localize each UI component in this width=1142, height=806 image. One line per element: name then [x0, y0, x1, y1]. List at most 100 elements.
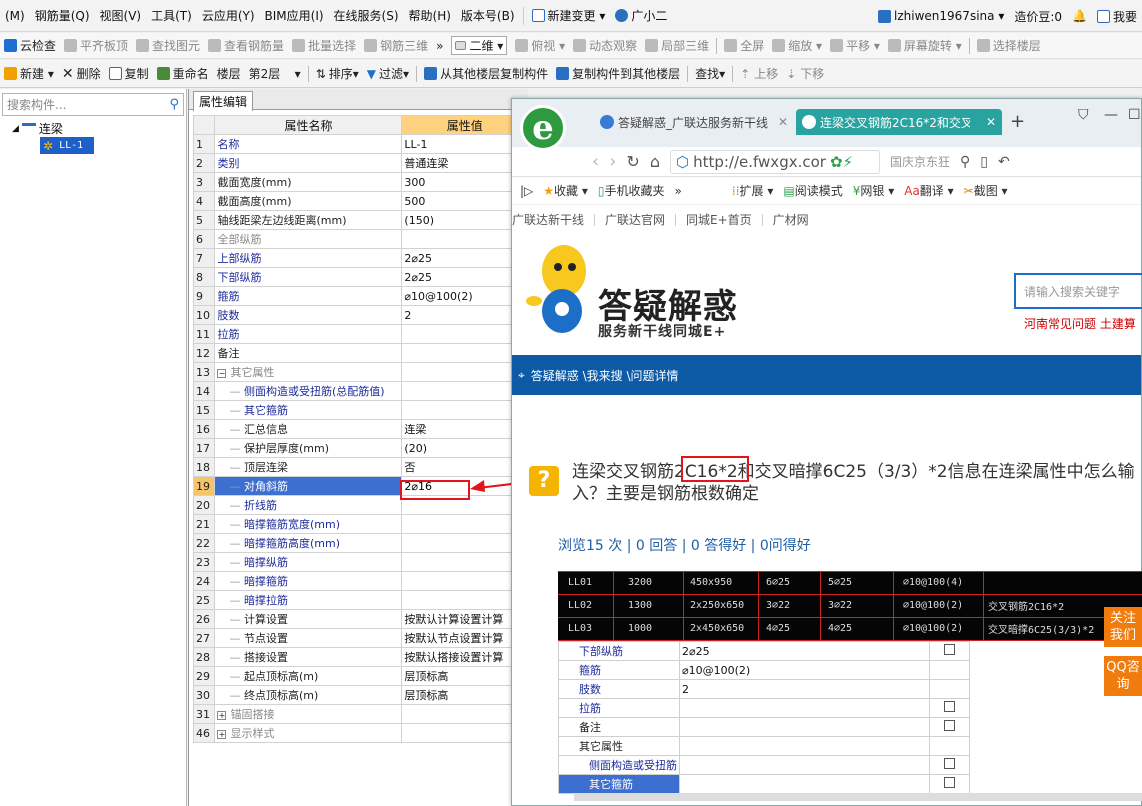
batch-select-button[interactable]: 批量选择 [288, 34, 360, 58]
delete-button[interactable]: ✕ 删除 [58, 62, 105, 86]
property-row[interactable]: 2 类别 普通连梁 [192, 153, 528, 173]
property-row[interactable]: 11 拉筋 [192, 324, 528, 344]
filter-button[interactable]: ▼ 过滤 ▾ [363, 62, 413, 86]
property-value[interactable] [401, 590, 528, 610]
cloud-check-button[interactable]: 云检查 [0, 34, 60, 58]
property-value[interactable] [401, 704, 528, 724]
copy-from-floor-button[interactable]: 从其他楼层复制构件 [420, 62, 552, 86]
browser-tab-1[interactable]: 答疑解惑_广联达服务新干线 ✕ [594, 109, 794, 135]
collapse-icon[interactable]: − [217, 369, 227, 378]
back-icon[interactable]: ‹ [592, 151, 599, 172]
find-element-button[interactable]: 查找图元 [132, 34, 204, 58]
site-nav-link-4[interactable]: 广材网 [763, 214, 819, 226]
search-icon[interactable]: ⚲ [169, 97, 179, 112]
property-value[interactable] [401, 343, 528, 363]
zoom-button[interactable]: 缩放 ▾ [768, 34, 826, 58]
mobile-icon[interactable]: ▯ [980, 154, 988, 170]
property-value[interactable]: 按默认节点设置计算 [401, 628, 528, 648]
translate-button[interactable]: Aa翻译 ▾ [904, 182, 953, 199]
menu-item-m[interactable]: (M) [0, 0, 30, 31]
property-row[interactable]: 29— 起点顶标高(m) 层顶标高 [192, 666, 528, 686]
expand-icon[interactable]: + [217, 730, 227, 739]
site-search-input[interactable]: 请输入搜索关键字 [1014, 273, 1142, 309]
property-row[interactable]: 20— 折线筋 [192, 495, 528, 515]
property-value[interactable]: (20) [401, 438, 528, 458]
property-row[interactable]: 17— 保护层厚度(mm) (20) [192, 438, 528, 458]
qq-consult-button[interactable]: QQ咨询 [1104, 656, 1142, 696]
copy-button[interactable]: 复制 [105, 62, 153, 86]
property-row[interactable]: 15— 其它箍筋 [192, 400, 528, 420]
property-row[interactable]: 3 截面宽度(mm) 300 [192, 172, 528, 192]
assistant-button[interactable]: 广小二 [610, 0, 672, 31]
shirt-skin-icon[interactable]: ⛉ [1078, 107, 1089, 123]
property-value[interactable]: 层顶标高 [401, 685, 528, 705]
minimize-icon[interactable]: — [1104, 107, 1118, 123]
property-row[interactable]: 6 全部纵筋 [192, 229, 528, 249]
bank-button[interactable]: ¥网银 ▾ [853, 182, 895, 199]
property-row[interactable]: 21— 暗撑箍筋宽度(mm) [192, 514, 528, 534]
browser-tab-2[interactable]: 连梁交叉钢筋2C16*2和交叉 ✕ [796, 109, 1002, 135]
property-row[interactable]: 13− 其它属性 [192, 362, 528, 382]
menu-item-tools[interactable]: 工具(T) [146, 0, 197, 31]
property-value[interactable] [401, 381, 528, 401]
extensions-button[interactable]: ⁞⁞扩展 ▾ [732, 182, 774, 199]
mobile-favorites-button[interactable]: ▯手机收藏夹 [598, 182, 665, 199]
property-value[interactable] [401, 514, 528, 534]
property-value[interactable]: 连梁 [401, 419, 528, 439]
rename-button[interactable]: 重命名 [153, 62, 213, 86]
follow-us-button[interactable]: 关注我们 [1104, 607, 1142, 647]
find-button[interactable]: 查找 ▾ [691, 62, 729, 86]
site-nav-link-2[interactable]: 广联达官网 [595, 214, 677, 226]
collapse-icon[interactable]: ◢ [12, 124, 19, 134]
view-mode-select[interactable]: 二维 ▾ [447, 34, 511, 58]
forward-icon[interactable]: › [609, 151, 616, 172]
property-value[interactable] [401, 723, 528, 743]
property-row[interactable]: 19— 对角斜筋 2⌀16 [192, 476, 528, 496]
property-value[interactable] [401, 571, 528, 591]
sort-button[interactable]: ⇅ 排序 ▾ [312, 62, 363, 86]
floor-select[interactable]: 第2层 ▾ [245, 62, 305, 86]
menu-item-view[interactable]: 视图(V) [95, 0, 147, 31]
menu-item-online[interactable]: 在线服务(S) [329, 0, 404, 31]
menu-item-rebar-qty[interactable]: 钢筋量(Q) [30, 0, 95, 31]
property-value[interactable]: 层顶标高 [401, 666, 528, 686]
property-value[interactable]: 2⌀25 [401, 248, 528, 268]
new-button[interactable]: 新建 ▾ [0, 62, 58, 86]
move-up-button[interactable]: ⇡ 上移 [736, 62, 782, 86]
property-value[interactable] [401, 229, 528, 249]
full-screen-button[interactable]: 全屏 [720, 34, 768, 58]
menu-item-help[interactable]: 帮助(H) [404, 0, 456, 31]
property-value[interactable]: 2 [401, 305, 528, 325]
maximize-icon[interactable]: ☐ [1128, 107, 1141, 123]
property-value[interactable]: 300 [401, 172, 528, 192]
property-row[interactable]: 26— 计算设置 按默认计算设置计算 [192, 609, 528, 629]
property-value[interactable] [401, 362, 528, 382]
property-row[interactable]: 46 + 显示样式 [192, 723, 528, 743]
property-row[interactable]: 14— 侧面构造或受扭筋(总配筋值) [192, 381, 528, 401]
flush-slab-button[interactable]: 平齐板顶 [60, 34, 132, 58]
move-down-button[interactable]: ⇣ 下移 [782, 62, 828, 86]
browser-logo-icon[interactable]: e [520, 105, 566, 151]
url-input[interactable]: ⬡ http://e.fwxgx.cor ✿⚡ [669, 149, 880, 174]
bell-icon[interactable]: 🔔 [1067, 0, 1092, 31]
property-row[interactable]: 9 箍筋 ⌀10@100(2) [192, 286, 528, 306]
ask-button[interactable]: 我要 [1092, 0, 1142, 31]
property-row[interactable]: 1 名称 LL-1 [192, 134, 528, 154]
search-icon[interactable]: ⚲ [960, 154, 970, 170]
pan-button[interactable]: 平移 ▾ [826, 34, 884, 58]
menu-item-cloud[interactable]: 云应用(Y) [197, 0, 260, 31]
property-row[interactable]: 8 下部纵筋 2⌀25 [192, 267, 528, 287]
undo-icon[interactable]: ↶ [998, 154, 1010, 170]
favorites-button[interactable]: ★收藏 ▾ [543, 182, 588, 199]
property-value[interactable]: 按默认搭接设置计算 [401, 647, 528, 667]
property-value[interactable]: LL-1 [401, 134, 528, 154]
property-value[interactable] [401, 552, 528, 572]
site-nav-link-3[interactable]: 同城E+首页 [676, 214, 763, 226]
property-value[interactable]: 普通连梁 [401, 153, 528, 173]
tab-property-edit[interactable]: 属性编辑 [193, 91, 254, 111]
horizontal-scrollbar[interactable] [574, 793, 1142, 801]
property-value[interactable]: 500 [401, 191, 528, 211]
rotate-button[interactable]: 屏幕旋转 ▾ [884, 34, 966, 58]
property-value[interactable] [401, 400, 528, 420]
top-view-button[interactable]: 俯视 ▾ [511, 34, 569, 58]
